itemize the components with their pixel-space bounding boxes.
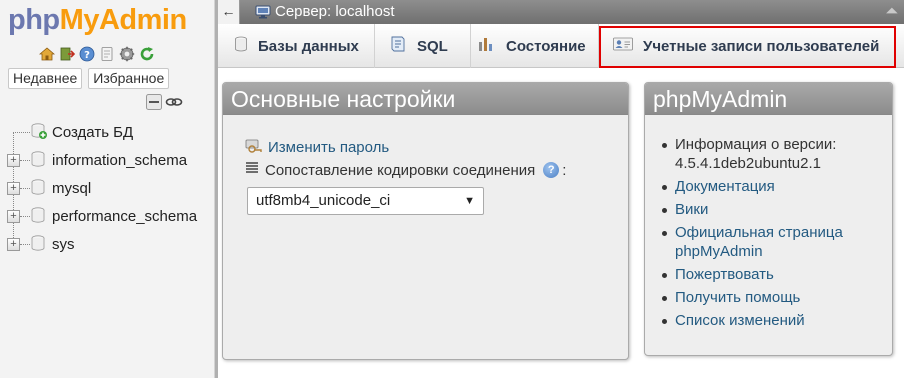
tree-item-label[interactable]: Создать БД (52, 124, 133, 141)
list-item: Документация (662, 177, 885, 196)
tree-connector (20, 159, 30, 161)
expand-icon[interactable]: + (7, 209, 20, 223)
home-icon[interactable] (38, 46, 55, 63)
collation-colon: : (562, 161, 567, 179)
database-icon (234, 36, 248, 56)
collation-row: Сопоставление кодировки соединения ? : (245, 161, 566, 179)
expand-icon[interactable]: + (7, 153, 20, 167)
collation-icon (245, 161, 259, 179)
nav-links: Недавнее Избранное (8, 68, 170, 89)
wiki-link[interactable]: Вики (675, 201, 708, 218)
help-icon[interactable]: ? (543, 162, 560, 178)
tree-item-database[interactable]: + information_schema (0, 146, 214, 174)
panel-title: phpMyAdmin (645, 83, 892, 115)
expand-icon[interactable]: + (7, 181, 20, 195)
navigation-panel: phpMyAdmin ? Недавнее Избранное Создать … (0, 0, 214, 378)
collation-label: Сопоставление кодировки соединения (265, 161, 536, 179)
server-breadcrumb-bar: ← Сервер: localhost ⏶ (218, 0, 904, 24)
list-item: Вики (662, 200, 885, 219)
phpmyadmin-info-panel: phpMyAdmin Информация о версии: 4.5.4.1d… (644, 82, 893, 356)
change-password-row: Изменить пароль (245, 137, 389, 157)
sql-icon (389, 35, 407, 57)
donate-link[interactable]: Пожертвовать (675, 266, 774, 283)
tab-status[interactable]: Состояние (471, 24, 599, 68)
tree-item-database[interactable]: + performance_schema (0, 202, 214, 230)
tree-controls (146, 94, 183, 113)
nav-icon-bar: ? (38, 44, 155, 64)
exit-icon[interactable] (58, 46, 75, 63)
help-icon[interactable]: ? (78, 46, 95, 63)
database-icon (30, 206, 46, 227)
tree-connector (20, 215, 30, 217)
info-list: Информация о версии: 4.5.4.1deb2ubuntu2.… (662, 135, 885, 334)
favorites-button[interactable]: Избранное (88, 68, 170, 89)
dropdown-arrow-icon: ▼ (464, 195, 475, 207)
back-button[interactable]: ← (218, 0, 240, 24)
change-password-link[interactable]: Изменить пароль (268, 139, 389, 156)
collapse-top-icon[interactable]: ⏶ (885, 3, 898, 21)
list-item: Пожертвовать (662, 265, 885, 284)
general-settings-panel: Основные настройки Изменить пароль Сопос… (222, 82, 629, 360)
server-icon (255, 4, 271, 24)
password-icon (245, 137, 263, 157)
tree-item-database[interactable]: + mysql (0, 174, 214, 202)
version-info: Информация о версии: 4.5.4.1deb2ubuntu2.… (662, 135, 885, 173)
list-item: Официальная страница phpMyAdmin (662, 223, 885, 261)
settings-icon[interactable] (118, 46, 135, 63)
new-database-icon (30, 122, 48, 143)
tree-item-database[interactable]: + sys (0, 230, 214, 258)
changelog-link[interactable]: Список изменений (675, 312, 805, 329)
tree-item-label[interactable]: information_schema (52, 152, 187, 169)
database-icon (30, 234, 46, 255)
panel-title: Основные настройки (223, 83, 628, 115)
recent-button[interactable]: Недавнее (8, 68, 83, 89)
phpmyadmin-logo[interactable]: phpMyAdmin (8, 2, 187, 38)
tree-item-label[interactable]: sys (52, 236, 75, 253)
database-icon (30, 178, 46, 199)
documentation-link[interactable]: Документация (675, 178, 775, 195)
get-help-link[interactable]: Получить помощь (675, 289, 800, 306)
tree-item-new-db[interactable]: Создать БД (0, 118, 214, 146)
tree-connector (20, 243, 30, 245)
expand-icon[interactable]: + (7, 237, 20, 251)
tree-item-label[interactable]: performance_schema (52, 208, 197, 225)
link-with-main-icon[interactable] (165, 94, 183, 113)
database-icon (30, 150, 46, 171)
reload-icon[interactable] (138, 46, 155, 63)
list-item: Список изменений (662, 311, 885, 330)
tab-sql[interactable]: SQL (375, 24, 471, 68)
official-page-link[interactable]: Официальная страница phpMyAdmin (675, 224, 843, 260)
database-tree: Создать БД + information_schema + mysql … (0, 118, 214, 258)
collation-select[interactable]: utf8mb4_unicode_ci ▼ (247, 187, 484, 215)
tab-databases[interactable]: Базы данных (218, 24, 375, 68)
collapse-all-icon[interactable] (146, 94, 162, 113)
server-breadcrumb-link[interactable]: Сервер: localhost (275, 3, 395, 20)
svg-text:?: ? (84, 50, 90, 61)
tree-item-label[interactable]: mysql (52, 180, 91, 197)
docs-icon[interactable] (98, 46, 115, 63)
list-item: Получить помощь (662, 288, 885, 307)
status-icon (478, 36, 496, 56)
tree-connector (13, 131, 30, 133)
tree-connector (20, 187, 30, 189)
highlight-box (599, 26, 896, 68)
